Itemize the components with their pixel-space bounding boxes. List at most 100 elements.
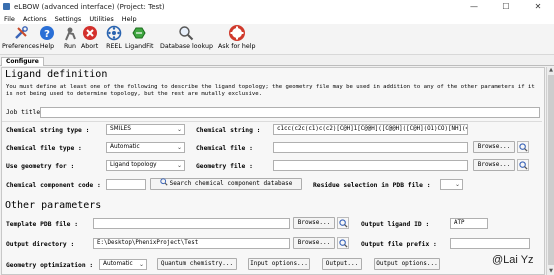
ligandfit-icon [131,25,147,41]
output-prefix-input[interactable] [450,238,530,249]
database-lookup-button[interactable]: Database lookup [160,25,213,50]
menu-actions[interactable]: Actions [19,15,51,23]
menu-file[interactable]: File [0,15,19,23]
preferences-label: Preferences [2,43,40,50]
output-directory-label: Output directory : [6,241,75,248]
minimize-button[interactable]: — [458,0,490,13]
job-title-input[interactable] [40,107,540,118]
input-options-button[interactable]: Input options... [248,258,310,270]
magnifier-icon [178,25,194,41]
window-title: eLBOW (advanced interface) (Project: Tes… [14,2,165,11]
residue-selection-label: Residue selection in PDB file : [313,182,431,189]
chevron-down-icon: ⌄ [454,181,460,188]
chevron-down-icon: ⌄ [176,126,182,133]
template-pdb-search-icon[interactable] [337,217,349,229]
geometry-opt-select[interactable]: Automatic ⌄ [99,259,147,270]
chem-file-type-label: Chemical file type : [6,145,82,152]
reel-button[interactable]: REEL [106,25,122,50]
geometry-file-search-icon[interactable] [517,159,529,171]
help-icon: ? [39,25,55,41]
divider [2,121,542,122]
output-directory-browse-button[interactable]: Browse... [293,237,335,249]
output-ligand-id-input[interactable]: ATP [450,218,488,229]
output-button[interactable]: Output... [322,258,362,270]
chem-string-type-value: SMILES [110,126,131,132]
chevron-down-icon: ⌄ [138,261,144,268]
ligand-definition-heading: Ligand definition [5,69,108,80]
output-directory-search-icon[interactable] [337,237,349,249]
reel-icon [106,25,122,41]
chem-string-type-label: Chemical string type : [6,127,90,134]
component-code-label: Chemical component code : [6,182,101,189]
menu-utilities[interactable]: Utilities [85,15,117,23]
ligandfit-button[interactable]: LigandFit [125,25,153,50]
geometry-file-input[interactable] [273,160,468,171]
help-label: Help [39,43,55,50]
database-lookup-label: Database lookup [160,43,213,50]
chevron-down-icon: ⌄ [176,162,182,169]
chem-file-label: Chemical file : [196,145,253,152]
template-pdb-label: Template PDB file : [6,221,79,228]
search-db-label: Search chemical component database [169,180,293,187]
tab-configure[interactable]: Configure [1,57,44,66]
geometry-for-value: Ligand topology [110,162,157,168]
ligand-description: You must define at least one of the foll… [6,84,535,97]
wrench-screwdriver-icon [13,25,29,41]
scroll-down-icon[interactable]: ▼ [547,268,554,275]
geometry-opt-value: Automatic [103,261,133,267]
component-code-input[interactable] [106,179,146,190]
output-ligand-id-label: Output ligand ID : [361,221,430,228]
chem-string-type-select[interactable]: SMILES ⌄ [106,124,185,135]
menu-help[interactable]: Help [118,15,141,23]
reel-label: REEL [106,43,122,50]
template-pdb-input[interactable] [93,218,290,229]
lifebuoy-icon [228,25,245,41]
other-parameters-heading: Other parameters [5,200,102,211]
menu-settings[interactable]: Settings [51,15,86,23]
svg-text:?: ? [44,29,50,40]
output-directory-input[interactable]: E:\Desktop\PhenixProject\Test [93,238,290,249]
run-label: Run [63,43,77,50]
chem-string-label: Chemical string : [196,127,261,134]
maximize-button[interactable]: ☐ [490,0,522,13]
residue-selection-select[interactable]: ⌄ [440,179,463,190]
magnifier-icon [159,178,168,190]
chem-file-input[interactable] [273,142,468,153]
template-pdb-browse-button[interactable]: Browse... [293,217,335,229]
search-db-button[interactable]: Search chemical component database [150,178,302,190]
chem-file-type-select[interactable]: Automatic ⌄ [106,142,185,153]
chem-file-browse-button[interactable]: Browse... [473,141,515,153]
geometry-file-browse-button[interactable]: Browse... [473,159,515,171]
output-options-button[interactable]: Output options... [374,258,440,270]
title-bar: eLBOW (advanced interface) (Project: Tes… [0,0,554,13]
tab-bar: Configure [0,56,554,66]
output-prefix-label: Output file prefix : [361,241,437,248]
ask-for-help-button[interactable]: Ask for help [218,25,256,50]
scroll-thumb[interactable] [548,75,554,265]
run-icon [62,25,78,41]
watermark-text: @Lai Yz [492,254,534,266]
chem-string-input[interactable]: c1cc(c2c(c1)c(c2)[C@H]1[C@@H]([C@@H]([C@… [273,124,468,135]
chem-file-type-value: Automatic [110,144,140,150]
abort-button[interactable]: Abort [81,25,98,50]
geometry-for-select[interactable]: Ligand topology ⌄ [106,160,185,171]
app-icon [3,3,10,10]
ligandfit-label: LigandFit [125,43,154,50]
vertical-scrollbar[interactable]: ▲ ▼ [546,67,554,275]
chem-file-search-icon[interactable] [517,141,529,153]
geometry-for-label: Use geometry for : [6,163,75,170]
quantum-chemistry-button[interactable]: Quantum chemistry... [157,258,237,270]
help-button[interactable]: ? Help [39,25,55,50]
abort-label: Abort [81,43,99,50]
preferences-button[interactable]: Preferences [2,25,39,50]
chevron-down-icon: ⌄ [176,144,182,151]
toolbar: Preferences ? Help Run Abort REEL Ligand… [0,24,554,55]
abort-icon [82,25,98,41]
menu-bar: File Actions Settings Utilities Help [0,13,554,24]
scroll-up-icon[interactable]: ▲ [547,67,554,74]
geometry-file-label: Geometry file : [196,163,253,170]
run-button[interactable]: Run [62,25,78,50]
geometry-opt-label: Geometry optimization : [6,262,94,269]
close-button[interactable]: ✕ [522,0,554,13]
ask-for-help-label: Ask for help [218,43,256,50]
